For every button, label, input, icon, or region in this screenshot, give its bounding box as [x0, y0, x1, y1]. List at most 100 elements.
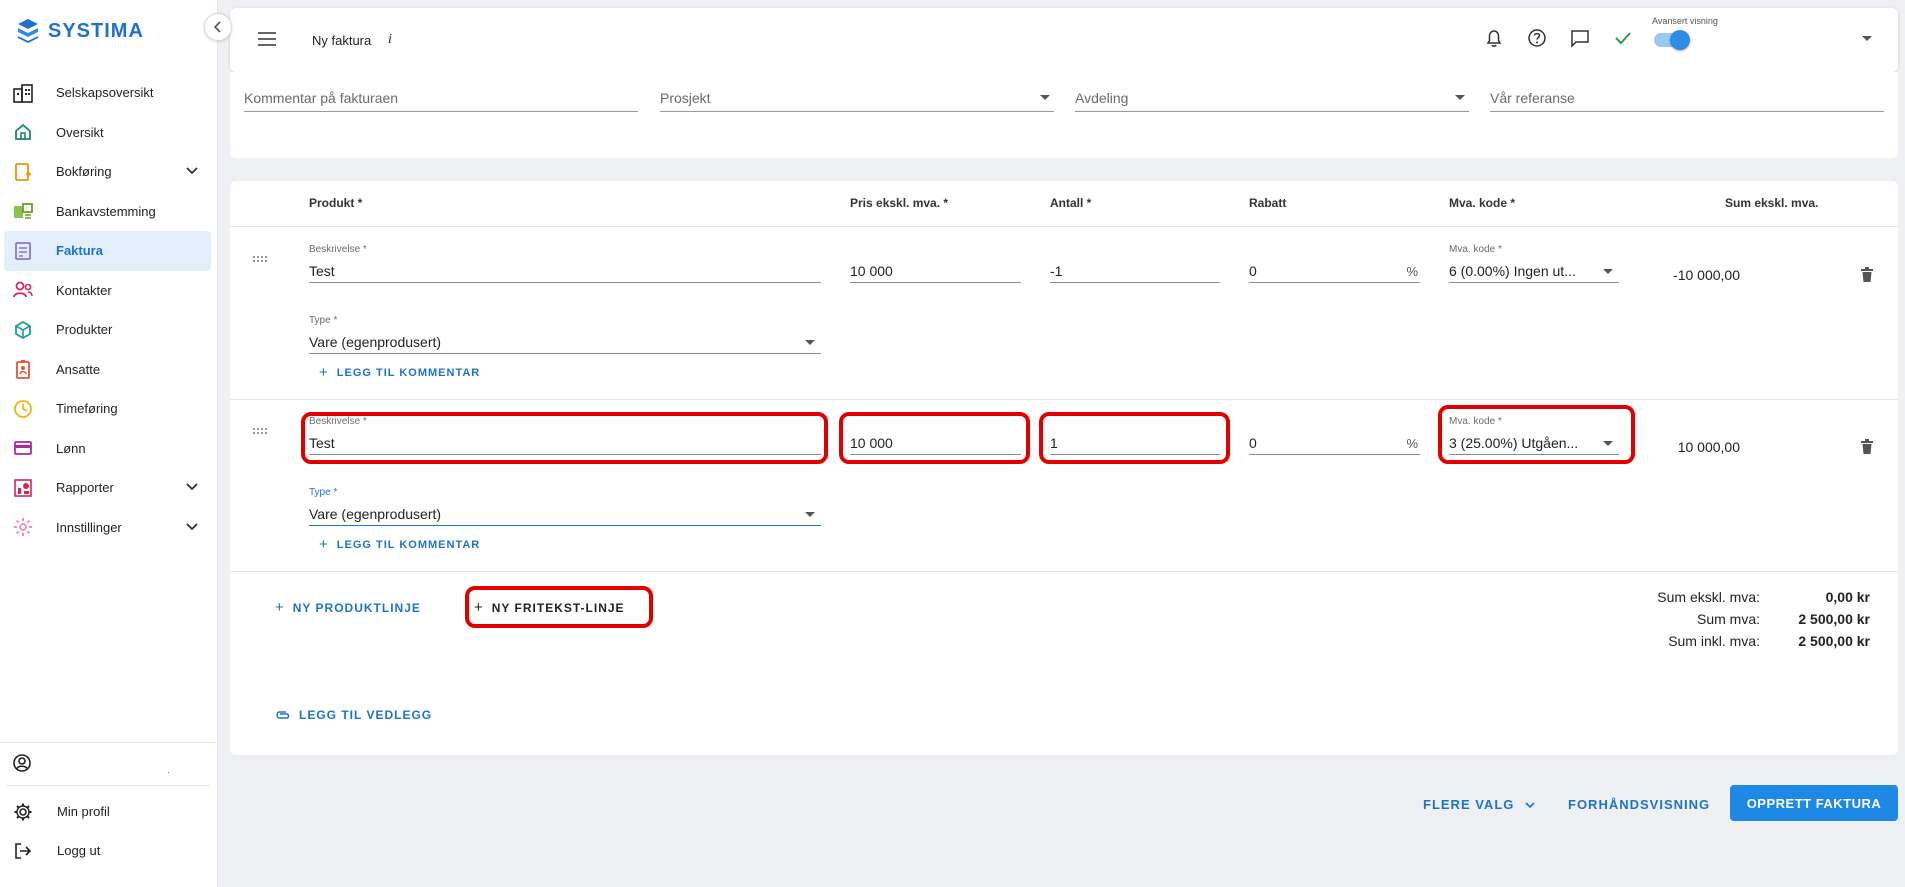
- new-product-line-button[interactable]: + NY PRODUKTLINJE: [275, 599, 421, 616]
- add-comment-button[interactable]: + LEGG TIL KOMMENTAR: [319, 536, 480, 553]
- plus-icon: +: [319, 364, 329, 381]
- new-freetext-line-label: NY FRITEKST-LINJE: [491, 600, 625, 615]
- settings-icon: [12, 516, 34, 538]
- sidebar-item-innstillinger[interactable]: Innstillinger: [4, 508, 211, 548]
- description-input[interactable]: Test: [309, 261, 821, 283]
- create-invoice-button[interactable]: OPPRETT FAKTURA: [1730, 785, 1898, 821]
- chevron-down-icon[interactable]: [185, 520, 199, 534]
- totals: Sum ekskl. mva: 0,00 kr Sum mva: 2 500,00 …: [1600, 589, 1870, 655]
- quantity-value: -1: [1050, 263, 1063, 279]
- sidebar-item-bokforing[interactable]: Bokføring: [4, 152, 211, 192]
- total-vat-label: Sum mva:: [1696, 611, 1760, 627]
- caret-down-icon: [1040, 95, 1050, 100]
- col-price: Pris ekskl. mva. *: [850, 196, 949, 210]
- product-lines-card: Produkt * Pris ekskl. mva. * Antall * Ra…: [230, 181, 1898, 755]
- caret-down-icon: [1603, 269, 1613, 274]
- caret-down-icon: [805, 340, 815, 345]
- sidebar-item-kontakter[interactable]: Kontakter: [4, 271, 211, 311]
- total-excl-value: 0,00 kr: [1825, 589, 1870, 605]
- box-icon: [12, 319, 34, 341]
- project-placeholder: Prosjekt: [660, 90, 711, 106]
- gear-icon: [12, 801, 34, 823]
- sidebar-item-selskapsoversikt[interactable]: Selskapsoversikt: [4, 73, 211, 113]
- hamburger-menu-icon[interactable]: [258, 32, 276, 46]
- total-incl-value: 2 500,00 kr: [1798, 633, 1870, 649]
- invoice-meta-card: Kommentar på fakturaen Prosjekt Avdeling…: [230, 72, 1898, 158]
- description-label: Beskrivelse *: [309, 244, 367, 255]
- sidebar-item-oversikt[interactable]: Oversikt: [4, 113, 211, 153]
- new-freetext-line-button[interactable]: + NY FRITEKST-LINJE: [474, 599, 625, 616]
- discount-input[interactable]: 0%: [1249, 433, 1420, 455]
- sidebar-item-label: Innstillinger: [56, 519, 122, 535]
- percent-suffix: %: [1406, 264, 1418, 279]
- project-select[interactable]: Prosjekt: [660, 90, 1054, 112]
- add-comment-button[interactable]: + LEGG TIL KOMMENTAR: [319, 364, 480, 381]
- new-product-line-label: NY PRODUKTLINJE: [292, 600, 421, 615]
- sidebar-item-produkter[interactable]: Produkter: [4, 310, 211, 350]
- type-select[interactable]: Vare (egenprodusert): [309, 332, 821, 354]
- advanced-view-toggle[interactable]: [1654, 30, 1690, 50]
- type-select[interactable]: Vare (egenprodusert): [309, 504, 821, 526]
- user-row[interactable]: .: [0, 743, 216, 783]
- highlight-price: [839, 412, 1030, 464]
- brand-name: SYSTIMA: [48, 19, 144, 42]
- bell-icon[interactable]: [1485, 28, 1503, 48]
- min-profil-link[interactable]: Min profil: [0, 792, 216, 831]
- comment-placeholder: Kommentar på fakturaen: [244, 90, 399, 106]
- sidebar-item-label: Ansatte: [56, 361, 101, 377]
- reports-icon: [12, 477, 34, 499]
- drag-handle-icon[interactable]: [252, 427, 270, 435]
- sidebar-item-faktura[interactable]: Faktura: [4, 231, 211, 271]
- sidebar-item-label: Produkter: [56, 322, 113, 338]
- sidebar-item-bankavstemming[interactable]: Bankavstemming: [4, 192, 211, 232]
- price-value: 10 000: [850, 263, 893, 279]
- price-input[interactable]: 10 000: [850, 261, 1021, 283]
- trash-icon[interactable]: [1861, 267, 1873, 282]
- trash-icon[interactable]: [1861, 439, 1873, 454]
- percent-suffix: %: [1406, 436, 1418, 451]
- chat-icon[interactable]: [1570, 28, 1590, 48]
- our-reference-input[interactable]: Vår referanse: [1490, 90, 1884, 112]
- caret-down-icon[interactable]: [1862, 36, 1872, 41]
- sidebar-nav: Selskapsoversikt Oversikt Bokføring Bank…: [4, 73, 211, 547]
- page-title: Ny faktura: [312, 33, 372, 48]
- preview-button[interactable]: FORHÅNDSVISNING: [1568, 797, 1710, 812]
- col-vat-code: Mva. kode *: [1449, 196, 1516, 210]
- chevron-down-icon: [1525, 802, 1535, 809]
- table-header: Produkt * Pris ekskl. mva. * Antall * Ra…: [230, 181, 1898, 227]
- type-label: Type *: [309, 315, 338, 326]
- sidebar-item-timeforing[interactable]: Timeføring: [4, 389, 211, 429]
- plus-icon: +: [474, 599, 484, 616]
- chevron-left-icon: [213, 21, 221, 33]
- logo[interactable]: SYSTIMA: [16, 18, 144, 44]
- col-discount: Rabatt: [1249, 196, 1287, 210]
- collapse-sidebar-button[interactable]: [204, 13, 232, 41]
- quantity-input[interactable]: -1: [1050, 261, 1220, 283]
- info-icon[interactable]: i: [388, 32, 392, 48]
- chevron-down-icon[interactable]: [185, 164, 199, 178]
- discount-value: 0: [1249, 263, 1257, 279]
- check-icon[interactable]: [1614, 28, 1632, 48]
- paperclip-icon: [276, 711, 290, 719]
- help-icon[interactable]: [1527, 28, 1547, 48]
- employee-badge-icon: [12, 358, 34, 380]
- department-select[interactable]: Avdeling: [1075, 90, 1469, 112]
- min-profil-label: Min profil: [57, 804, 110, 819]
- vat-code-select[interactable]: 6 (0.00%) Ingen ut...: [1449, 261, 1619, 283]
- comment-input[interactable]: Kommentar på fakturaen: [244, 90, 638, 112]
- col-sum: Sum ekskl. mva.: [1725, 196, 1819, 210]
- sidebar-item-rapporter[interactable]: Rapporter: [4, 468, 211, 508]
- sidebar-item-ansatte[interactable]: Ansatte: [4, 350, 211, 390]
- chevron-down-icon[interactable]: [185, 480, 199, 494]
- logg-ut-link[interactable]: Logg ut: [0, 831, 216, 870]
- sidebar-item-lonn[interactable]: Lønn: [4, 429, 211, 469]
- top-bar: Ny faktura i Avansert visning: [230, 8, 1898, 72]
- drag-handle-icon[interactable]: [252, 255, 270, 263]
- description-value: Test: [309, 263, 335, 279]
- invoice-icon: [12, 240, 34, 262]
- total-excl-label: Sum ekskl. mva:: [1657, 589, 1760, 605]
- add-attachment-button[interactable]: LEGG TIL VEDLEGG: [275, 708, 432, 722]
- more-options-button[interactable]: FLERE VALG: [1423, 797, 1535, 812]
- discount-input[interactable]: 0%: [1249, 261, 1420, 283]
- discount-value: 0: [1249, 435, 1257, 451]
